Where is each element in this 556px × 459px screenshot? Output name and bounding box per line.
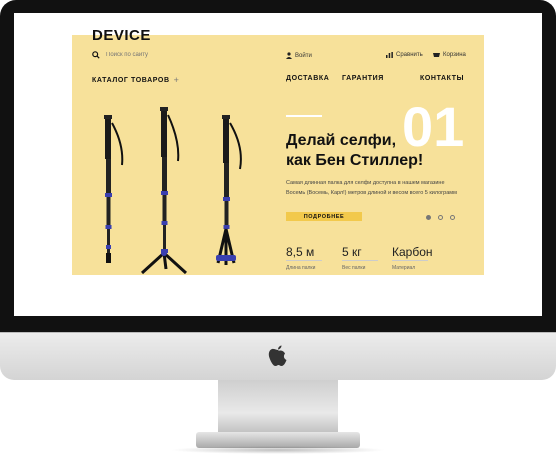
website-screen: DEVICE Войти Сравнить Корзина КАТА	[14, 13, 542, 316]
nav-contacts[interactable]: КОНТАКТЫ	[420, 75, 464, 82]
user-icon	[286, 52, 292, 59]
slide-title-line2: как Бен Стиллер!	[286, 152, 424, 169]
stat-weight-value: 5 кг	[342, 245, 362, 259]
stat-length: 8,5 м Длина палки	[286, 245, 322, 271]
catalog-label: КАТАЛОГ ТОВАРОВ	[92, 76, 170, 84]
stat-length-label: Длина палки	[286, 265, 316, 271]
search-input[interactable]	[106, 52, 196, 58]
search-bar[interactable]	[92, 51, 196, 59]
nav-warranty[interactable]: ГАРАНТИЯ	[342, 75, 384, 82]
slide-description: Самая длинная палка для селфи доступна в…	[286, 178, 466, 198]
compare-icon	[386, 52, 393, 58]
stat-material-value: Карбон	[392, 245, 433, 259]
compare-link[interactable]: Сравнить	[386, 52, 423, 58]
stat-weight-label: Вес палки	[342, 265, 366, 271]
slider-dot-3[interactable]	[450, 215, 455, 220]
more-button[interactable]: ПОДРОБНЕЕ	[286, 212, 362, 221]
stat-rule	[392, 260, 428, 261]
slider-dot-1[interactable]	[426, 215, 431, 220]
catalog-menu[interactable]: КАТАЛОГ ТОВАРОВ +	[92, 75, 179, 85]
cart-icon	[433, 53, 440, 57]
nav-delivery[interactable]: ДОСТАВКА	[286, 75, 329, 82]
stat-rule	[342, 260, 378, 261]
slide-title-line1: Делай селфи,	[286, 132, 397, 149]
monopod-2	[140, 107, 188, 275]
slider-dot-2[interactable]	[438, 215, 443, 220]
stat-rule	[286, 260, 322, 261]
login-label: Войти	[295, 52, 312, 59]
cart-link[interactable]: Корзина	[433, 52, 466, 58]
monitor-stand	[218, 380, 338, 435]
slide-title: Делай селфи, как Бен Стиллер!	[286, 131, 486, 171]
stat-material: Карбон Материал	[392, 245, 433, 271]
slider-dots	[426, 215, 455, 220]
site-logo[interactable]: DEVICE	[92, 27, 151, 44]
imac-mockup: DEVICE Войти Сравнить Корзина КАТА	[0, 0, 556, 459]
plus-icon: +	[173, 75, 180, 85]
monopod-3	[216, 115, 242, 265]
stat-material-label: Материал	[392, 265, 416, 271]
desc-line1: Самая длинная палка для селфи доступна в…	[286, 180, 445, 186]
monopod-1	[104, 115, 124, 263]
desc-line2: Восемь (Восемь, Карл!) метров длиной и в…	[286, 190, 457, 196]
compare-label: Сравнить	[396, 52, 423, 58]
search-icon[interactable]	[92, 51, 100, 59]
login-link[interactable]: Войти	[286, 52, 312, 59]
stat-length-value: 8,5 м	[286, 245, 315, 259]
product-image	[104, 107, 242, 275]
stand-shadow	[170, 446, 386, 454]
title-rule	[286, 115, 322, 117]
cart-label: Корзина	[443, 52, 466, 58]
stat-weight: 5 кг Вес палки	[342, 245, 378, 271]
apple-logo-icon	[268, 345, 287, 366]
